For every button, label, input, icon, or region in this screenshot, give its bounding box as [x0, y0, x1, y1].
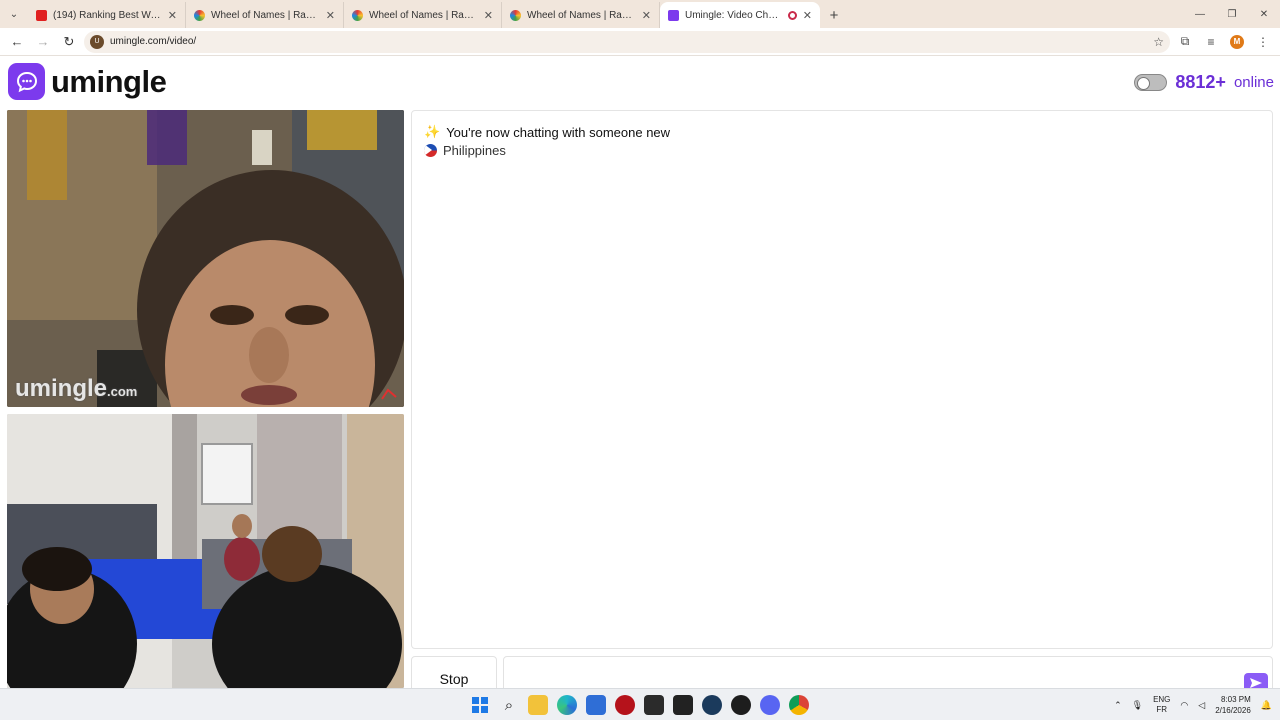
logo-text: umingle — [51, 63, 167, 99]
recording-indicator-icon — [787, 10, 797, 20]
tab-search-menu-icon[interactable]: ⌄ — [0, 0, 28, 28]
browser-tab[interactable]: Wheel of Names | Random nam ✕ — [186, 2, 344, 28]
wifi-icon[interactable]: ◠ — [1180, 700, 1188, 711]
minimize-icon[interactable]: — — [1184, 0, 1216, 28]
browser-tab[interactable]: (194) Ranking Best Wasp Nest R ✕ — [28, 2, 186, 28]
message-input[interactable] — [503, 656, 1273, 692]
country-name: Philippines — [443, 143, 506, 158]
url-text: umingle.com/video/ — [110, 36, 197, 47]
maximize-icon[interactable]: ❐ — [1216, 0, 1248, 28]
media-controls-icon[interactable]: ≡ — [1200, 31, 1222, 53]
partner-country: Philippines — [424, 143, 506, 158]
sparkles-icon: ✨ — [424, 124, 441, 139]
clock[interactable]: 8:03 PM 2/16/2026 — [1215, 694, 1251, 716]
obs-icon[interactable] — [731, 695, 751, 715]
chat-log: ✨ You're now chatting with someone new P… — [411, 110, 1273, 649]
windows-start-icon[interactable] — [470, 695, 490, 715]
back-icon[interactable]: ← — [6, 31, 28, 53]
umingle-watermark: umingle.com — [15, 375, 137, 403]
umingle-favicon-icon — [668, 9, 679, 21]
close-window-icon[interactable]: ✕ — [1248, 0, 1280, 28]
bookmark-star-icon[interactable]: ☆ — [1153, 35, 1164, 49]
lang-top: ENG — [1153, 695, 1171, 704]
system-message-text: You're now chatting with someone new — [446, 124, 671, 140]
epic-games-icon[interactable] — [673, 695, 693, 715]
tab-close-icon[interactable]: ✕ — [642, 9, 651, 22]
tab-title: Umingle: Video Chat with St — [685, 9, 782, 21]
clock-date: 2/16/2026 — [1215, 706, 1251, 715]
avatar: M — [1230, 34, 1244, 49]
tab-title: (194) Ranking Best Wasp Nest R — [53, 9, 162, 21]
online-status: 8812+ online — [1134, 72, 1274, 93]
forward-icon[interactable]: → — [32, 31, 54, 53]
file-explorer-icon[interactable] — [528, 695, 548, 715]
address-bar[interactable]: U umingle.com/video/ ☆ — [84, 30, 1170, 53]
remote-video: umingle.com — [7, 110, 404, 407]
youtube-favicon-icon — [36, 9, 47, 21]
extensions-icon[interactable]: ⧉ — [1174, 31, 1196, 53]
tab-title: Wheel of Names | Random nam — [369, 9, 478, 21]
window-controls: — ❐ ✕ — [1184, 0, 1280, 28]
microphone-icon[interactable]: 🎙 — [1132, 700, 1143, 711]
local-video-frame — [7, 414, 404, 688]
chat-bubble-logo-icon — [8, 63, 45, 100]
volume-icon[interactable]: ◁ — [1198, 700, 1205, 711]
browser-tab[interactable]: Wheel of Names | Random nam ✕ — [502, 2, 660, 28]
wheel-favicon-icon — [352, 9, 363, 21]
browser-tab[interactable]: Wheel of Names | Random nam ✕ — [344, 2, 502, 28]
tab-close-icon[interactable]: ✕ — [484, 9, 493, 22]
wheel-favicon-icon — [194, 9, 205, 21]
tray-chevron-icon[interactable]: ⌃ — [1114, 700, 1122, 711]
report-flag-icon[interactable] — [380, 387, 398, 401]
lang-bottom: FR — [1156, 705, 1168, 714]
os-taskbar: ⌕ ⌃ 🎙 ENG FR ◠ ◁ 8:03 PM 2/16/2026 🔔 — [0, 688, 1280, 720]
online-count: 8812+ — [1175, 72, 1226, 92]
browser-toolbar: ← → ↻ U umingle.com/video/ ☆ ⧉ ≡ M ⋮ — [0, 28, 1280, 56]
stop-button[interactable]: Stop — [411, 656, 497, 692]
theme-toggle[interactable] — [1134, 74, 1168, 91]
online-label: online — [1233, 74, 1274, 91]
reload-icon[interactable]: ↻ — [58, 31, 80, 53]
discord-icon[interactable] — [760, 695, 780, 715]
chrome-icon[interactable] — [789, 695, 809, 715]
watermark-suffix: .com — [107, 384, 138, 399]
philippines-flag-icon — [424, 144, 437, 157]
tab-close-icon[interactable]: ✕ — [168, 9, 177, 22]
clock-time: 8:03 PM — [1220, 695, 1251, 704]
browser-tab-strip: ⌄ (194) Ranking Best Wasp Nest R ✕ Wheel… — [0, 0, 1280, 28]
new-tab-button[interactable]: + — [820, 2, 848, 28]
edge-icon[interactable] — [557, 695, 577, 715]
site-logo[interactable]: umingle — [8, 63, 167, 100]
search-icon[interactable]: ⌕ — [499, 695, 519, 715]
tab-close-icon[interactable]: ✕ — [326, 9, 335, 22]
local-video — [7, 414, 404, 688]
site-info-icon[interactable]: U — [90, 34, 104, 49]
tab-title: Wheel of Names | Random nam — [211, 9, 320, 21]
steam-alt-icon[interactable] — [644, 695, 664, 715]
system-tray: ⌃ 🎙 ENG FR ◠ ◁ 8:03 PM 2/16/2026 🔔 — [1114, 694, 1272, 716]
watermark-text: umingle — [15, 375, 108, 402]
remote-video-frame — [7, 110, 404, 407]
store-icon[interactable] — [586, 695, 606, 715]
wheel-favicon-icon — [510, 9, 521, 21]
profile-avatar-button[interactable]: M — [1226, 31, 1248, 53]
language-indicator[interactable]: ENG FR — [1153, 695, 1170, 715]
steam-icon[interactable] — [702, 695, 722, 715]
system-message: ✨ You're now chatting with someone new — [424, 124, 670, 140]
taskbar-apps: ⌕ — [470, 695, 809, 715]
record-app-icon[interactable] — [615, 695, 635, 715]
notification-bell-icon[interactable]: 🔔 — [1261, 700, 1272, 711]
browser-menu-icon[interactable]: ⋮ — [1252, 31, 1274, 53]
tab-title: Wheel of Names | Random nam — [527, 9, 636, 21]
tab-close-icon[interactable]: ✕ — [803, 9, 812, 22]
browser-tab-active[interactable]: Umingle: Video Chat with St ✕ — [660, 2, 820, 28]
